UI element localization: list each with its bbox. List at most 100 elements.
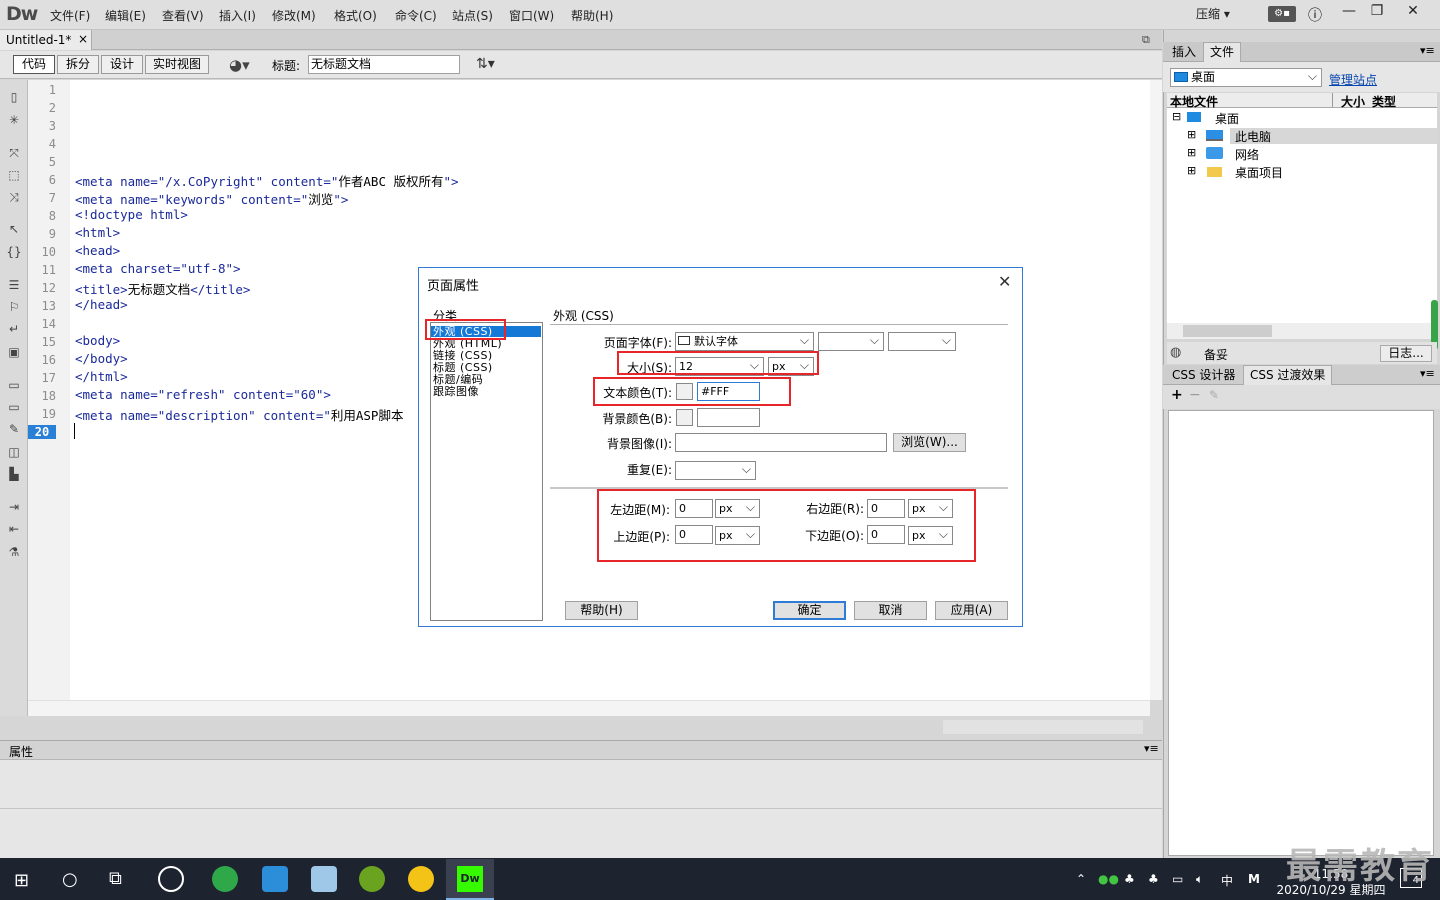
help-button[interactable]: 帮助(H) — [565, 601, 638, 620]
show-code-navigator-icon[interactable]: ✳ — [6, 113, 22, 127]
document-tab[interactable]: Untitled-1* × — [0, 30, 92, 50]
restore-button[interactable]: ❐ — [1362, 0, 1392, 22]
word-wrap-icon[interactable]: ↵ — [6, 322, 22, 336]
tree-item-this-pc[interactable]: 此电脑 — [1235, 128, 1271, 145]
expand-icon[interactable]: ⊞ — [1187, 128, 1196, 141]
menu-item[interactable]: 窗口(W) — [509, 7, 554, 24]
apply-button[interactable]: 应用(A) — [935, 601, 1008, 620]
background-color-input[interactable] — [697, 408, 760, 427]
code-view-button[interactable]: 代码 — [13, 55, 55, 74]
wechat-icon[interactable]: ●● — [1098, 872, 1119, 886]
panel-options-icon[interactable]: ▾≡ — [1420, 44, 1435, 57]
browse-button[interactable]: 浏览(W)... — [893, 433, 966, 452]
wrap-tag-icon[interactable]: ✎ — [6, 422, 22, 436]
open-documents-icon[interactable]: ▯ — [6, 90, 22, 104]
recent-snippets-icon[interactable]: ◫ — [6, 445, 22, 459]
file-management-icon[interactable]: ⇅▾ — [476, 56, 495, 72]
category-title-encoding[interactable]: 标题/编码 — [433, 374, 483, 385]
syntax-coloring-icon[interactable]: ▣ — [6, 345, 22, 359]
security-icon[interactable] — [408, 866, 434, 892]
menu-item[interactable]: 查看(V) — [162, 7, 204, 24]
ime-indicator[interactable]: 中 — [1221, 872, 1233, 889]
app-icon[interactable] — [158, 866, 184, 892]
format-source-icon[interactable]: ⚗ — [6, 545, 22, 559]
panel-options-icon[interactable]: ▾≡ — [1420, 367, 1435, 380]
tree-item-network[interactable]: 网络 — [1235, 146, 1259, 163]
document-title-input[interactable]: 无标题文档 — [308, 55, 460, 74]
add-transition-icon[interactable]: + — [1171, 387, 1183, 403]
tab-css-designer[interactable]: CSS 设计器 — [1166, 366, 1241, 385]
log-button[interactable]: 日志... — [1380, 345, 1432, 362]
tab-css-transitions[interactable]: CSS 过渡效果 — [1243, 365, 1333, 385]
collapse-selection-icon[interactable]: ⬚ — [6, 168, 22, 182]
menu-item[interactable]: 命令(C) — [395, 7, 437, 24]
repeat-select[interactable] — [675, 461, 756, 480]
split-view-button[interactable]: 拆分 — [57, 55, 99, 74]
move-css-icon[interactable]: ▙ — [6, 467, 22, 481]
code-vertical-scrollbar[interactable] — [1150, 80, 1162, 700]
menu-item[interactable]: 帮助(H) — [571, 7, 613, 24]
remove-transition-icon[interactable]: − — [1189, 387, 1201, 403]
tree-item-desktop-items[interactable]: 桌面项目 — [1235, 164, 1283, 181]
edit-transition-icon[interactable]: ✎ — [1209, 388, 1219, 402]
manage-sites-link[interactable]: 管理站点 — [1329, 71, 1377, 88]
show-hidden-icons-icon[interactable]: ⌃ — [1076, 872, 1086, 886]
expand-all-icon[interactable]: ⤨ — [6, 190, 22, 204]
media-icon[interactable] — [359, 866, 385, 892]
notepad-icon[interactable] — [311, 866, 337, 892]
background-image-input[interactable] — [675, 433, 887, 452]
apply-comment-icon[interactable]: ▭ — [6, 378, 22, 392]
indent-code-icon[interactable]: ⇥ — [6, 500, 22, 514]
workspace-switcher[interactable]: 压缩 ▾ — [1196, 5, 1230, 22]
menu-item[interactable]: 编辑(E) — [105, 7, 146, 24]
horizontal-scroll-thumb[interactable] — [943, 720, 1143, 734]
wps-icon[interactable] — [262, 866, 288, 892]
menu-item[interactable]: 文件(F) — [50, 7, 90, 24]
site-select[interactable]: 桌面 — [1170, 68, 1322, 87]
tab-files[interactable]: 文件 — [1203, 42, 1242, 62]
background-color-picker[interactable] — [676, 409, 693, 426]
panel-options-icon[interactable]: ▾≡ — [1144, 742, 1159, 755]
collapse-tag-icon[interactable]: ⤧ — [6, 146, 22, 160]
network-tray-icon[interactable]: ▭ — [1172, 872, 1183, 886]
font-weight-select[interactable] — [888, 332, 956, 351]
qq-icon[interactable]: ♣ — [1148, 872, 1159, 886]
cancel-button[interactable]: 取消 — [854, 601, 927, 620]
minimize-button[interactable]: — — [1334, 0, 1364, 22]
expand-icon[interactable]: ⊞ — [1187, 146, 1196, 159]
windows-start-icon[interactable]: ⊞ — [14, 870, 29, 891]
dialog-close-icon[interactable]: ✕ — [998, 272, 1011, 291]
highlight-invalid-code-icon[interactable]: ⚐ — [6, 300, 22, 314]
info-icon[interactable]: ⓘ — [1308, 5, 1322, 25]
outdent-code-icon[interactable]: ⇤ — [6, 522, 22, 536]
collapse-icon[interactable]: ⊟ — [1172, 110, 1181, 123]
line-numbers-icon[interactable]: ☰ — [6, 278, 22, 292]
ok-button[interactable]: 确定 — [773, 601, 846, 620]
category-headings-css[interactable]: 标题 (CSS) — [433, 362, 493, 373]
qq-icon[interactable]: ♣ — [1124, 872, 1135, 886]
volume-icon[interactable]: 🔈︎ — [1196, 872, 1203, 887]
preview-browser-icon[interactable]: ◕▾ — [229, 56, 250, 74]
balance-braces-icon[interactable]: {} — [6, 245, 22, 259]
category-links-css[interactable]: 链接 (CSS) — [433, 350, 493, 361]
code-horizontal-scrollbar[interactable] — [28, 700, 1150, 716]
expand-icon[interactable]: ⊞ — [1187, 164, 1196, 177]
restore-document-icon[interactable]: ⧉ — [1142, 33, 1150, 47]
menu-item[interactable]: 格式(O) — [334, 7, 377, 24]
design-view-button[interactable]: 设计 — [101, 55, 143, 74]
scroll-thumb[interactable] — [1183, 325, 1272, 337]
sync-settings-icon[interactable]: ⚙▪ — [1268, 6, 1296, 22]
category-tracing-image[interactable]: 跟踪图像 — [433, 386, 479, 397]
select-parent-tag-icon[interactable]: ↖ — [6, 222, 22, 236]
live-view-button[interactable]: 实时视图 — [145, 55, 209, 74]
search-icon[interactable]: ○ — [62, 869, 78, 890]
ime-mode-icon[interactable]: M — [1248, 872, 1260, 886]
tree-item-desktop[interactable]: 桌面 — [1215, 110, 1239, 127]
close-tab-icon[interactable]: × — [78, 32, 88, 46]
browser-icon[interactable] — [212, 866, 238, 892]
task-view-icon[interactable]: ⧉ — [109, 868, 122, 889]
tab-insert[interactable]: 插入 — [1166, 43, 1202, 62]
properties-panel-header[interactable]: 属性 — [0, 740, 1162, 760]
menu-item[interactable]: 修改(M) — [272, 7, 316, 24]
menu-item[interactable]: 站点(S) — [452, 7, 493, 24]
